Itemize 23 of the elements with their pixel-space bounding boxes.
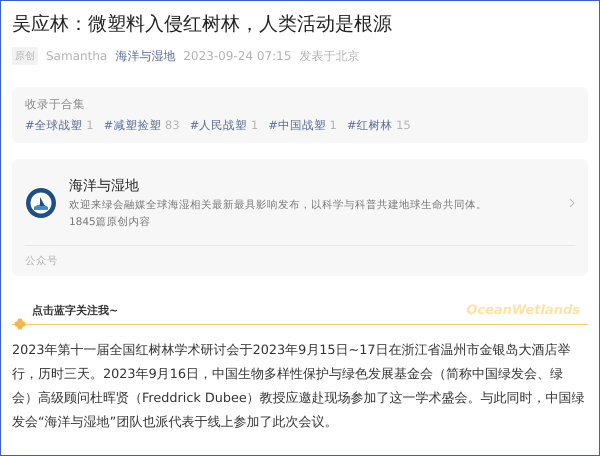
original-tag: 原创 bbox=[12, 47, 38, 65]
account-name: 海洋与湿地 bbox=[69, 177, 140, 195]
publish-location: 发表于北京 bbox=[299, 48, 360, 64]
article-paragraph: 2023年第十一届全国红树林学术研讨会于2023年9月15日~17日在浙江省温州市金银岛大酒店举行，历时三天。2023年9月16日，中国生物多样性保护与绿色发展基金会（简称中国绿发会、绿会）高级顾问杜晖贤（Freddrick Dubee）教授应邀赴现场参加了这一学术盛会。与此同时，中国绿发会“海洋与湿地”团队也派代表于线上参加了此次会议。 bbox=[12, 342, 586, 432]
account-link[interactable]: 海洋与湿地 bbox=[115, 48, 176, 64]
account-description: 欢迎来绿会融媒全球海湿相关最新最具影响发布，以科学与科普共建地球生命共同体。 bbox=[69, 198, 488, 212]
account-type-label: 公众号 bbox=[25, 254, 59, 268]
collection-tag[interactable]: #减塑捡塑 83 bbox=[104, 118, 180, 133]
collection-tag[interactable]: #全球战塑 1 bbox=[25, 118, 94, 133]
collection-tag[interactable]: #红树林 15 bbox=[346, 118, 411, 133]
follow-prompt: 点击蓝字关注我~ bbox=[32, 302, 118, 318]
author-name: Samantha bbox=[46, 49, 108, 63]
collection-tag[interactable]: #中国战塑 1 bbox=[268, 118, 337, 133]
publish-time: 2023-09-24 07:15 bbox=[183, 49, 292, 63]
article-count: 1845篇原创内容 bbox=[69, 215, 152, 229]
brand-text: OceanWetlands bbox=[466, 302, 580, 318]
account-card[interactable]: 海洋与湿地 欢迎来绿会融媒全球海湿相关最新最具影响发布，以科学与科普共建地球生命共同体。 1845篇原创内容 公众号 bbox=[12, 159, 588, 276]
flower-icon bbox=[14, 318, 26, 330]
collection-heading: 收录于合集 bbox=[25, 97, 86, 112]
account-logo-icon bbox=[25, 187, 57, 219]
article-title: 吴应林：微塑料入侵红树林，人类活动是根源 bbox=[12, 12, 393, 37]
chevron-right-icon bbox=[569, 198, 575, 208]
collection-tag[interactable]: #人民战塑 1 bbox=[190, 118, 258, 133]
